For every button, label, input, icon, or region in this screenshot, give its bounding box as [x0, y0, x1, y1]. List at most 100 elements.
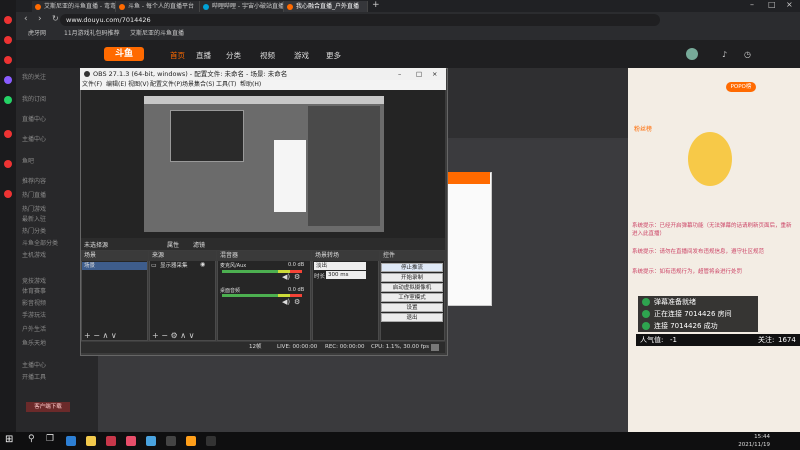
- url-input[interactable]: www.douyu.com/7014426: [60, 14, 660, 26]
- maximize-icon[interactable]: □: [768, 0, 776, 9]
- back-icon[interactable]: ‹: [24, 14, 28, 24]
- sidebar-item[interactable]: 我的订阅: [22, 94, 46, 103]
- system-clock[interactable]: 15:44 2021/11/19: [738, 433, 770, 449]
- rail-icon-3[interactable]: [4, 56, 12, 64]
- nav-live[interactable]: 直播: [196, 50, 211, 61]
- obs-preview-canvas[interactable]: [144, 96, 384, 232]
- rail-icon-4[interactable]: [4, 130, 12, 138]
- edge-icon[interactable]: [66, 436, 76, 446]
- menu-view[interactable]: 视图(V): [128, 80, 149, 90]
- sidebar-item[interactable]: 影音视频: [22, 298, 46, 307]
- sidebar-item[interactable]: 热门游戏: [22, 204, 46, 213]
- transition-select[interactable]: 淡出: [314, 262, 366, 270]
- explorer-icon[interactable]: [86, 436, 96, 446]
- browser-tab-1[interactable]: 艾斯尼亚的斗鱼直播 - 弯弯: [32, 1, 116, 12]
- messenger-icon[interactable]: [4, 76, 12, 84]
- nav-game[interactable]: 游戏: [294, 50, 309, 61]
- sidebar-item[interactable]: 体育赛事: [22, 286, 46, 295]
- app4-icon[interactable]: [206, 436, 216, 446]
- source-add-icon[interactable]: + − ⚙ ∧ ∨: [152, 331, 194, 340]
- rank-tab[interactable]: 粉丝榜: [634, 124, 652, 133]
- rail-icon-5[interactable]: [4, 160, 12, 168]
- sidebar-item[interactable]: 鱼吧: [22, 156, 34, 165]
- mixer-gear-icon[interactable]: ⚙: [294, 298, 300, 306]
- sidebar-item[interactable]: 热门分类: [22, 226, 46, 235]
- sidebar-item[interactable]: 我的关注: [22, 72, 46, 81]
- browser-tab-4[interactable]: 我心融合直播_户外直播: [284, 1, 368, 12]
- close-icon[interactable]: ×: [786, 0, 793, 9]
- mixer-gear-icon[interactable]: ⚙: [294, 273, 300, 281]
- app-icon[interactable]: [126, 436, 136, 446]
- duration-input[interactable]: 300 ms: [326, 271, 366, 279]
- eye-icon[interactable]: ◉: [200, 261, 205, 268]
- sidebar-item[interactable]: 主机游戏: [22, 250, 46, 259]
- sidebar-item[interactable]: 推荐内容: [22, 176, 46, 185]
- nav-home[interactable]: 首页: [170, 50, 185, 61]
- filters-button[interactable]: 滤镜: [193, 240, 205, 249]
- obs-minimize-icon[interactable]: –: [398, 68, 401, 80]
- nav-video[interactable]: 视频: [260, 50, 275, 61]
- virtual-camera-button[interactable]: 启动虚拟摄像机: [381, 283, 443, 292]
- sidebar-item[interactable]: 热门直播: [22, 190, 46, 199]
- new-tab-button[interactable]: +: [372, 0, 380, 10]
- bookmark-1[interactable]: 虎牙网: [28, 28, 46, 40]
- bookmark-3[interactable]: 艾斯尼亚的斗鱼直播: [130, 28, 184, 40]
- source-item[interactable]: 显示器采集: [150, 262, 215, 270]
- app2-icon[interactable]: [146, 436, 156, 446]
- rail-icon-6[interactable]: [4, 190, 12, 198]
- client-download-button[interactable]: 客户端下载: [26, 402, 70, 412]
- sidebar-item[interactable]: 斗鱼全部分类: [22, 238, 58, 247]
- browser-tab-2[interactable]: 斗鱼 - 每个人的直播平台: [116, 1, 200, 12]
- douyu-logo[interactable]: 斗鱼: [104, 47, 144, 61]
- scene-item[interactable]: 场景: [82, 262, 147, 270]
- sidebar-item[interactable]: 最新入驻: [22, 214, 46, 223]
- settings-button[interactable]: 设置: [381, 303, 443, 312]
- check-icon: [642, 298, 650, 306]
- whatsapp-icon[interactable]: [4, 96, 12, 104]
- history-icon[interactable]: ◷: [744, 50, 751, 59]
- opera-icon[interactable]: [106, 436, 116, 446]
- menu-scene-collection[interactable]: 场景集合(S): [182, 80, 215, 90]
- nav-more[interactable]: 更多: [326, 50, 341, 61]
- rail-icon-1[interactable]: [4, 16, 12, 24]
- menu-help[interactable]: 帮助(H): [240, 80, 261, 90]
- rail-icon-2[interactable]: [4, 36, 12, 44]
- speaker-icon[interactable]: ◀): [282, 298, 290, 306]
- obs-maximize-icon[interactable]: □: [416, 68, 422, 80]
- sidebar-item[interactable]: 竞技游戏: [22, 276, 46, 285]
- speaker-icon[interactable]: ◀): [282, 273, 290, 281]
- menu-tools[interactable]: 工具(T): [216, 80, 236, 90]
- sidebar-item[interactable]: 手游玩法: [22, 310, 46, 319]
- menu-edit[interactable]: 编辑(E): [106, 80, 126, 90]
- obs-close-icon[interactable]: ×: [432, 68, 437, 80]
- obs-taskbar-icon[interactable]: [166, 436, 176, 446]
- forward-icon[interactable]: ›: [38, 14, 42, 24]
- browser-tab-3[interactable]: 哔哩哔哩 - 宇宙小破站直播: [200, 1, 284, 12]
- menu-file[interactable]: 文件(F): [82, 80, 102, 90]
- properties-button[interactable]: 属性: [167, 240, 179, 249]
- start-recording-button[interactable]: 开始录制: [381, 273, 443, 282]
- sidebar-item[interactable]: 开播工具: [22, 372, 46, 381]
- windows-start-icon[interactable]: ⊞: [5, 434, 13, 445]
- popo-badge[interactable]: POPO榜: [726, 82, 756, 92]
- reload-icon[interactable]: ↻: [52, 14, 59, 23]
- user-avatar[interactable]: [686, 48, 698, 60]
- nav-category[interactable]: 分类: [226, 50, 241, 61]
- search-icon[interactable]: ⚲: [28, 434, 35, 444]
- task-view-icon[interactable]: ❐: [46, 434, 54, 444]
- popularity-value: -1: [670, 336, 677, 344]
- sidebar-item[interactable]: 主播中心: [22, 360, 46, 369]
- exit-button[interactable]: 退出: [381, 313, 443, 322]
- sidebar-item[interactable]: 直播中心: [22, 114, 46, 123]
- bookmark-2[interactable]: 11月游戏礼包码推荐: [64, 28, 120, 40]
- bell-icon[interactable]: ♪: [722, 50, 727, 59]
- scene-add-icon[interactable]: + − ∧ ∨: [84, 331, 117, 340]
- sidebar-item[interactable]: 鱼乐天地: [22, 338, 46, 347]
- sidebar-item[interactable]: 户外生活: [22, 324, 46, 333]
- sidebar-item[interactable]: 主播中心: [22, 134, 46, 143]
- menu-profile[interactable]: 配置文件(P): [150, 80, 182, 90]
- stop-streaming-button[interactable]: 停止推流: [381, 263, 443, 272]
- studio-mode-button[interactable]: 工作室模式: [381, 293, 443, 302]
- minimize-icon[interactable]: –: [750, 0, 754, 9]
- app3-icon[interactable]: [186, 436, 196, 446]
